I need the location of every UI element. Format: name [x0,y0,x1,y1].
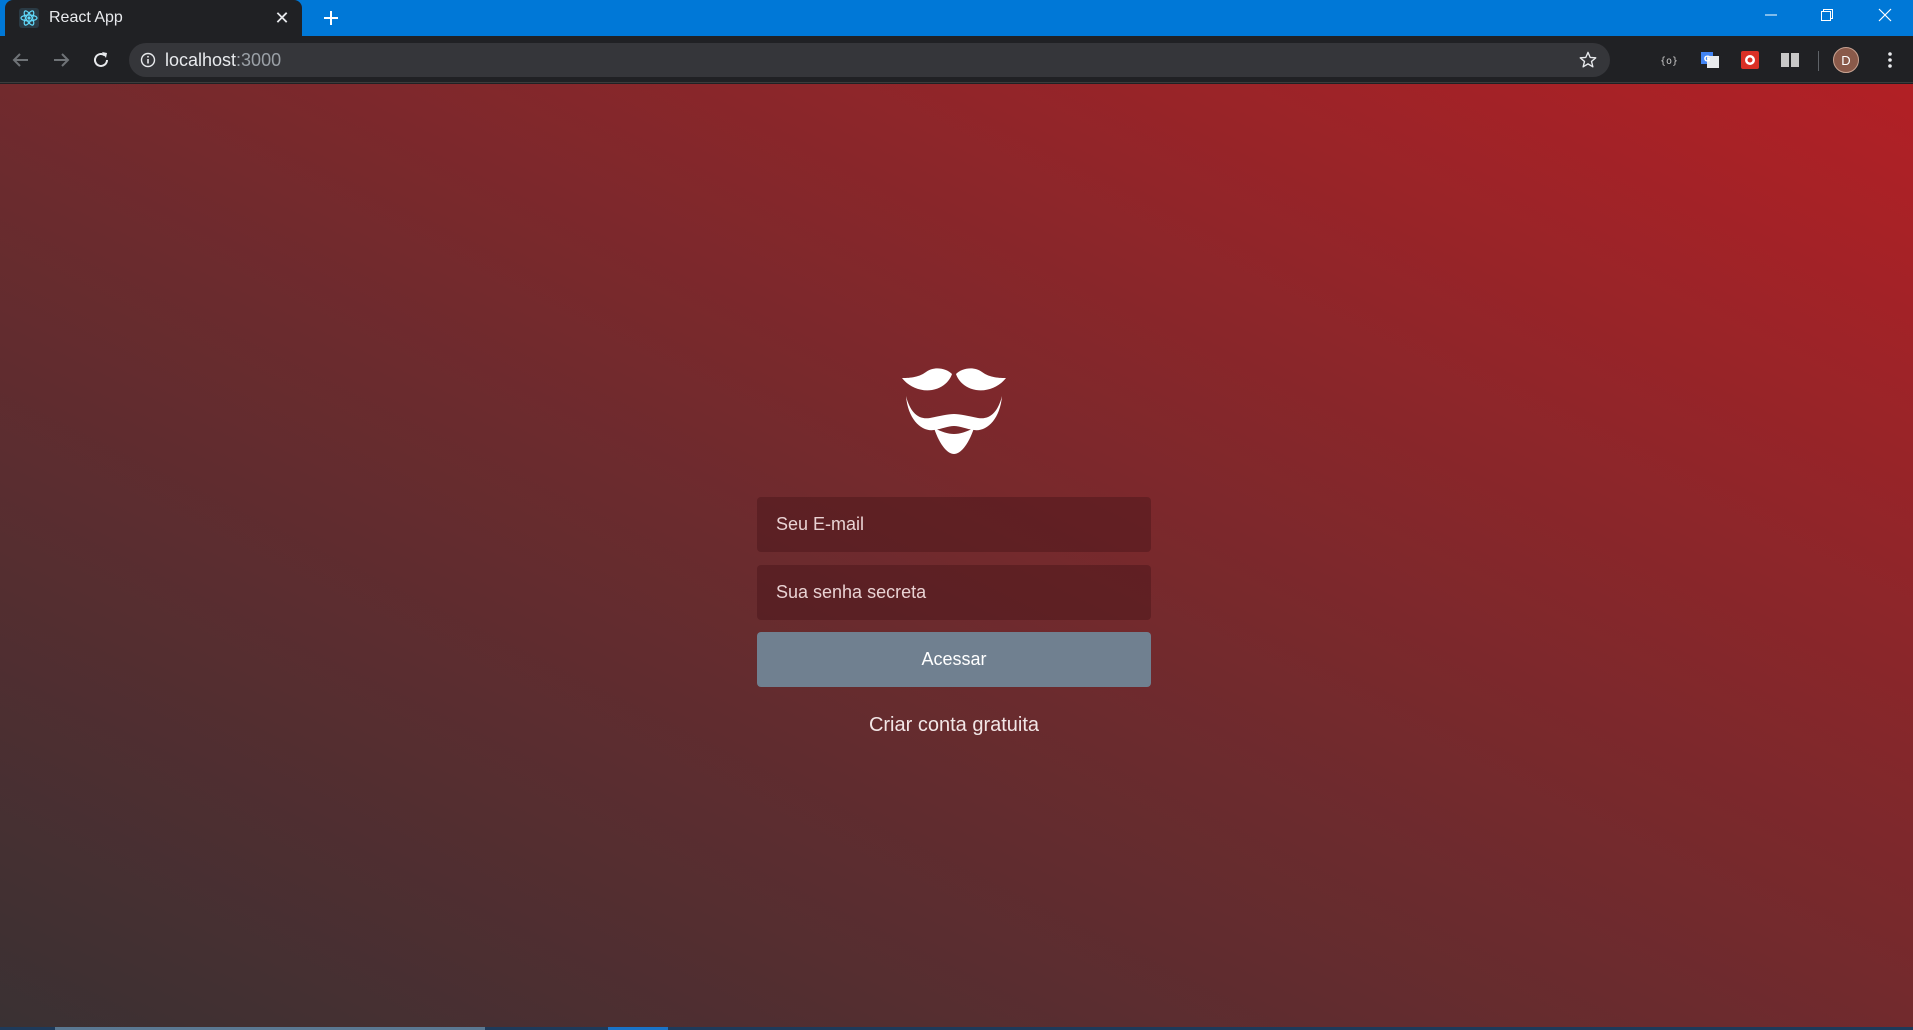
tab-close-icon[interactable]: ✕ [268,4,296,32]
signup-link[interactable]: Criar conta gratuita [757,714,1151,737]
close-icon [1878,8,1892,22]
browser-toolbar: localhost:3000 {o} G D [0,36,1913,83]
mustache-beard-icon [894,366,1014,462]
react-icon [19,8,39,28]
browser-tab[interactable]: React App ✕ [5,0,302,36]
menu-button[interactable] [1874,44,1906,76]
arrow-left-icon [12,53,28,67]
restore-button[interactable] [1799,0,1855,30]
arrow-right-icon [54,53,70,67]
bug-ext-icon[interactable] [1738,48,1762,72]
url-port: :3000 [236,49,282,70]
bookmark-star-icon[interactable] [1576,48,1600,72]
submit-button[interactable]: Acessar [757,632,1151,687]
info-icon[interactable] [131,43,165,77]
more-vert-icon [1888,52,1892,68]
url-host: localhost [165,49,237,70]
login-page: Seu E-mail Sua senha secreta Acessar Cri… [0,84,1913,1027]
minimize-button[interactable] [1743,0,1799,30]
reload-icon [94,52,108,67]
minimize-icon [1765,14,1777,16]
forward-button[interactable] [45,44,77,76]
profile-avatar[interactable]: D [1833,47,1859,73]
password-placeholder: Sua senha secreta [776,582,927,602]
tab-title: React App [49,9,123,26]
address-bar[interactable]: localhost:3000 [129,43,1610,77]
plus-icon [324,11,338,25]
code-ext-icon[interactable]: {o} [1657,48,1681,72]
browser-titlebar: React App ✕ [0,0,1913,36]
email-field[interactable]: Seu E-mail [757,497,1151,552]
toolbar-separator [1818,51,1819,71]
back-button[interactable] [5,44,37,76]
close-window-button[interactable] [1857,0,1913,30]
restore-icon [1821,9,1833,21]
svg-text:G: G [1704,55,1711,64]
email-placeholder: Seu E-mail [776,514,865,534]
reload-button[interactable] [85,44,117,76]
reader-ext-icon[interactable] [1778,48,1802,72]
svg-text:{o}: {o} [1660,56,1678,67]
translate-ext-icon[interactable]: G [1698,48,1722,72]
new-tab-button[interactable] [316,3,346,33]
password-field[interactable]: Sua senha secreta [757,565,1151,620]
